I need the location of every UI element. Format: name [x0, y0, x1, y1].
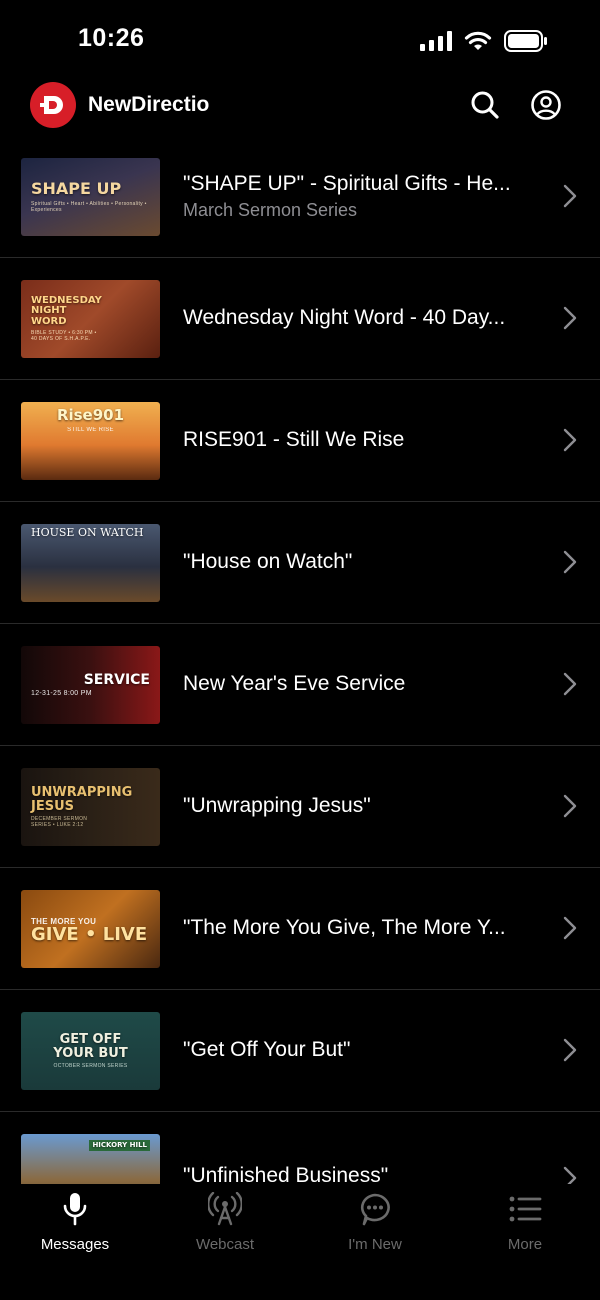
list-item-title: "Unfinished Business" [183, 1164, 389, 1184]
list-item-title: "The More You Give, The More Y... [183, 916, 506, 939]
list-item[interactable]: UNWRAPPING JESUS DECEMBER SERMON SERIES … [0, 746, 600, 868]
status-bar: 10:26 [0, 0, 600, 80]
search-button[interactable] [468, 88, 502, 122]
series-thumbnail: THE MORE YOU GIVE • LIVE [21, 890, 160, 968]
cellular-signal-icon [420, 31, 452, 51]
account-icon [531, 90, 561, 120]
series-thumbnail: SHAPE UP Spiritual Gifts • Heart • Abili… [21, 158, 160, 236]
chevron-right-icon [563, 428, 577, 452]
series-thumbnail: SERVICE 12-31-25 8:00 PM [21, 646, 160, 724]
list-item[interactable]: SERVICE 12-31-25 8:00 PM New Year's Eve … [0, 624, 600, 746]
chevron-right-icon [563, 794, 577, 818]
church-logo[interactable] [30, 82, 76, 128]
tab-im-new[interactable]: I'm New [300, 1192, 450, 1262]
message-list[interactable]: SHAPE UP Spiritual Gifts • Heart • Abili… [0, 136, 600, 1184]
series-thumbnail: WEDNESDAY NIGHT WORD BIBLE STUDY • 6:30 … [21, 280, 160, 358]
chevron-right-icon [563, 550, 577, 574]
chevron-right-icon [563, 306, 577, 330]
chevron-right-icon [563, 1038, 577, 1062]
list-item[interactable]: THE MORE YOU GIVE • LIVE "The More You G… [0, 868, 600, 990]
list-item-title: "Get Off Your But" [183, 1038, 351, 1061]
tab-webcast[interactable]: Webcast [150, 1192, 300, 1262]
chevron-right-icon [563, 916, 577, 940]
list-item-title: Wednesday Night Word - 40 Day... [183, 306, 506, 329]
list-item[interactable]: HOUSE ON WATCH "House on Watch" [0, 502, 600, 624]
account-button[interactable] [529, 88, 563, 122]
tab-label: Messages [40, 1236, 110, 1253]
microphone-icon [63, 1193, 87, 1226]
series-thumbnail: GET OFF YOUR BUT OCTOBER SERMON SERIES [21, 1012, 160, 1090]
broadcast-icon [208, 1192, 242, 1226]
series-thumbnail: HOUSE ON WATCH [21, 524, 160, 602]
list-item-title: "House on Watch" [183, 550, 353, 573]
series-thumbnail: UNWRAPPING JESUS DECEMBER SERMON SERIES … [21, 768, 160, 846]
chevron-right-icon [563, 184, 577, 208]
tab-label: I'm New [348, 1236, 402, 1253]
tab-label: Webcast [195, 1236, 255, 1253]
wifi-icon [464, 31, 492, 50]
status-time: 10:26 [78, 24, 145, 52]
list-item[interactable]: WEDNESDAY NIGHT WORD BIBLE STUDY • 6:30 … [0, 258, 600, 380]
list-item-title: New Year's Eve Service [183, 672, 406, 695]
battery-icon [504, 30, 547, 52]
app-title: NewDirectio [88, 93, 210, 116]
app-header: NewDirectio [0, 80, 600, 138]
tab-bar: Messages Webcast I'm New More [0, 1184, 600, 1300]
search-icon [471, 91, 499, 119]
tab-more[interactable]: More [450, 1192, 600, 1262]
chat-bubble-icon [360, 1193, 390, 1226]
series-thumbnail: HICKORY HILL [21, 1134, 160, 1184]
list-item-title: "SHAPE UP" - Spiritual Gifts - He... [183, 172, 511, 195]
list-item-title: "Unwrapping Jesus" [183, 794, 371, 817]
series-thumbnail: Rise901 STILL WE RISE [21, 402, 160, 480]
list-item[interactable]: Rise901 STILL WE RISE RISE901 - Still We… [0, 380, 600, 502]
chevron-right-icon [563, 1166, 577, 1184]
list-item-subtitle: March Sermon Series [183, 200, 358, 220]
logo-d-icon [40, 96, 63, 114]
status-icons [420, 30, 548, 52]
list-item[interactable]: GET OFF YOUR BUT OCTOBER SERMON SERIES "… [0, 990, 600, 1112]
list-item-title: RISE901 - Still We Rise [183, 428, 405, 451]
chevron-right-icon [563, 672, 577, 696]
tab-label: More [507, 1236, 543, 1253]
list-item[interactable]: SHAPE UP Spiritual Gifts • Heart • Abili… [0, 136, 600, 258]
tab-messages[interactable]: Messages [0, 1192, 150, 1262]
list-icon [509, 1196, 542, 1222]
list-item[interactable]: HICKORY HILL "Unfinished Business" [0, 1112, 600, 1184]
